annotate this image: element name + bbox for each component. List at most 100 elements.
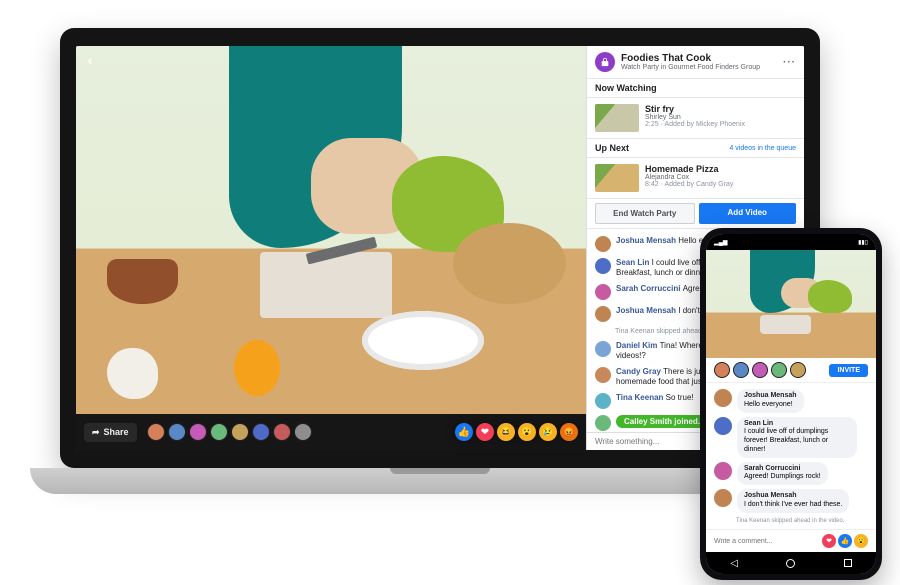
avatar[interactable] (595, 341, 611, 357)
overflow-menu-icon[interactable]: ··· (783, 57, 796, 68)
reaction-like-icon[interactable]: 👍 (838, 534, 852, 548)
system-message: Tina Keenan skipped ahead in the video. (706, 515, 876, 527)
viewer-avatar[interactable] (790, 362, 806, 378)
video-thumbnail (595, 104, 639, 132)
chat-message: Joshua MensahI don't think I've ever had… (706, 487, 876, 515)
avatar[interactable] (595, 393, 611, 409)
video-author: Shirley Sun (645, 114, 745, 121)
avatar[interactable] (595, 306, 611, 322)
avatar[interactable] (595, 236, 611, 252)
viewer-avatar[interactable] (273, 423, 291, 441)
viewer-avatar[interactable] (294, 423, 312, 441)
group-header[interactable]: Foodies That Cook Watch Party in Gourmet… (587, 46, 804, 79)
lock-icon (595, 52, 615, 72)
avatar[interactable] (714, 417, 732, 435)
message-author[interactable]: Sean Lin (744, 420, 850, 429)
viewer-avatar[interactable] (771, 362, 787, 378)
avatar[interactable] (595, 284, 611, 300)
message-author[interactable]: Joshua Mensah (616, 236, 678, 245)
message-author[interactable]: Sarah Corruccini (616, 284, 683, 293)
up-next-item[interactable]: Homemade Pizza Alejandra Cox 8:42 · Adde… (587, 158, 804, 199)
nav-home-icon[interactable] (786, 559, 795, 568)
phone-video[interactable] (706, 250, 876, 358)
avatar[interactable] (595, 258, 611, 274)
viewer-avatar[interactable] (168, 423, 186, 441)
scene-orange (234, 340, 280, 395)
message-author[interactable]: Joshua Mensah (616, 306, 678, 315)
now-watching-item[interactable]: Stir fry Shirley Sun 2:25 · Added by Mic… (587, 98, 804, 139)
chat-message: Sarah CorrucciniAgreed! Dumplings rock! (706, 460, 876, 488)
avatar[interactable] (714, 462, 732, 480)
phone-composer[interactable]: ❤ 👍 😮 (706, 529, 876, 552)
viewer-avatar[interactable] (252, 423, 270, 441)
invite-button[interactable]: INVITE (829, 364, 868, 377)
message-bubble: Joshua MensahI don't think I've ever had… (737, 489, 849, 513)
share-label: Share (104, 427, 129, 437)
phone-watchers: INVITE (706, 358, 876, 383)
avatar[interactable] (714, 389, 732, 407)
phone-reactions: ❤ 👍 😮 (822, 534, 868, 548)
reaction-angry-icon[interactable]: 😡 (560, 423, 578, 441)
reaction-haha-icon[interactable]: 😆 (497, 423, 515, 441)
message-author[interactable]: Daniel Kim (616, 341, 660, 350)
scene-plate (362, 311, 484, 370)
back-button[interactable]: ‹ (82, 52, 98, 68)
viewer-avatar[interactable] (189, 423, 207, 441)
viewer-avatars[interactable] (147, 423, 312, 441)
viewer-avatar[interactable] (752, 362, 768, 378)
reaction-like-icon[interactable]: 👍 (455, 423, 473, 441)
message-author[interactable]: Tina Keenan (616, 393, 666, 402)
avatar[interactable] (714, 489, 732, 507)
video-meta: 8:42 · Added by Candy Gray (645, 181, 733, 188)
end-watch-party-button[interactable]: End Watch Party (595, 203, 695, 224)
signal-icon: ▂▄▆ (714, 239, 727, 246)
viewer-avatar[interactable] (210, 423, 228, 441)
scene-lettuce (808, 280, 852, 312)
avatar[interactable] (595, 367, 611, 383)
app-window: ‹ ➦ Share (76, 46, 804, 450)
message-text: I don't think I've ever had these. (744, 501, 842, 508)
phone-chat-thread[interactable]: Joshua MensahHello everyone!Sean LinI co… (706, 383, 876, 529)
scene-board (260, 252, 393, 318)
share-button[interactable]: ➦ Share (84, 423, 137, 442)
message-author[interactable]: Sarah Corruccini (744, 465, 821, 474)
now-watching-label: Now Watching (587, 79, 804, 98)
nav-recents-icon[interactable] (844, 559, 852, 567)
message-bubble: Joshua MensahHello everyone! (737, 389, 804, 413)
message-text: Agreed! Dumplings rock! (744, 473, 821, 480)
chat-message: Joshua MensahHello everyone! (706, 387, 876, 415)
reaction-wow-icon[interactable]: 😮 (518, 423, 536, 441)
phone-comment-input[interactable] (714, 538, 818, 545)
up-next-label: Up Next (595, 143, 629, 153)
message-text: So true! (666, 393, 694, 402)
message-author[interactable]: Candy Gray (616, 367, 663, 376)
reaction-picker: 👍 ❤ 😆 😮 😢 😡 (455, 423, 578, 441)
viewer-avatar[interactable] (714, 362, 730, 378)
video-meta: 2:25 · Added by Mickey Phoenix (645, 121, 745, 128)
viewer-avatar[interactable] (733, 362, 749, 378)
share-icon: ➦ (92, 427, 100, 438)
phone-screen: ▂▄▆ ▮▮▯ INVITE Joshua MensahHello everyo… (706, 234, 876, 574)
message-text: Hello everyone! (744, 401, 793, 408)
message-author[interactable]: Joshua Mensah (744, 492, 842, 501)
queue-count[interactable]: 4 videos in the queue (729, 145, 796, 152)
message-bubble: Sean LinI could live off of dumplings fo… (737, 417, 857, 458)
message-text: I could live off of dumplings forever! B… (744, 428, 828, 453)
message-author[interactable]: Joshua Mensah (744, 392, 797, 401)
group-subtitle: Watch Party in Gourmet Food Finders Grou… (621, 64, 760, 71)
viewer-avatar[interactable] (231, 423, 249, 441)
reaction-sad-icon[interactable]: 😢 (539, 423, 557, 441)
group-name: Foodies That Cook (621, 53, 760, 64)
viewer-avatar[interactable] (147, 423, 165, 441)
reaction-love-icon[interactable]: ❤ (822, 534, 836, 548)
video-content[interactable] (76, 46, 586, 414)
reaction-love-icon[interactable]: ❤ (476, 423, 494, 441)
add-video-button[interactable]: Add Video (699, 203, 797, 224)
video-bottom-bar: ➦ Share 👍 ❤ (76, 414, 586, 450)
nav-back-icon[interactable]: ◁ (730, 558, 738, 569)
message-author[interactable]: Sean Lin (616, 258, 652, 267)
scene-board (760, 315, 811, 334)
scene-bowl (107, 259, 178, 303)
reaction-wow-icon[interactable]: 😮 (854, 534, 868, 548)
phone-frame: ▂▄▆ ▮▮▯ INVITE Joshua MensahHello everyo… (700, 228, 882, 580)
